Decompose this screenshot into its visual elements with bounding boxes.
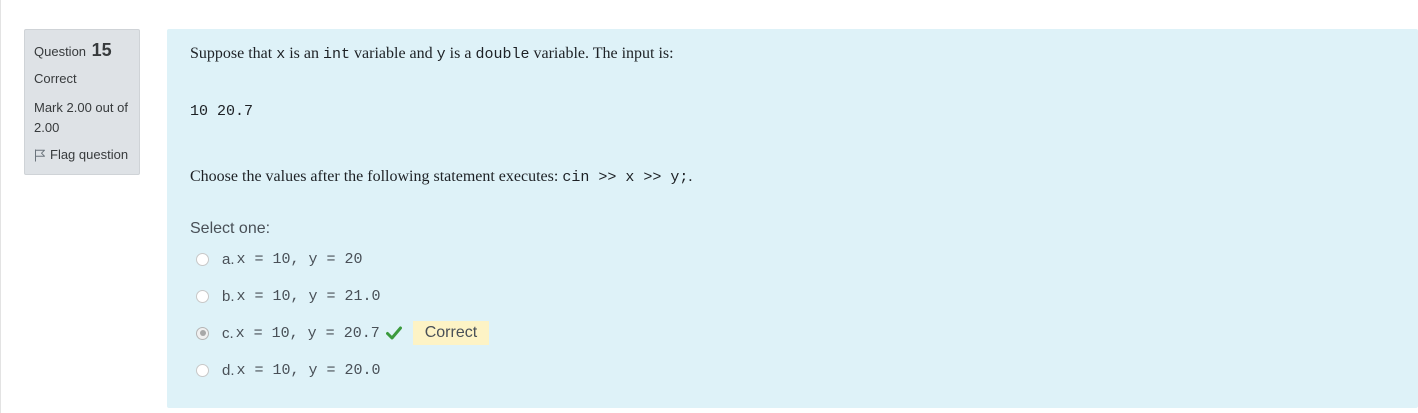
question-word: Question — [34, 44, 87, 59]
radio-option-d[interactable] — [196, 363, 209, 377]
question-text-part5: variable. The input is: — [529, 45, 674, 62]
option-text: x = 10, y = 20.0 — [236, 361, 381, 379]
flag-icon — [35, 149, 45, 161]
question-text: Suppose that x is an int variable and y … — [190, 44, 674, 65]
radio-option-a[interactable] — [196, 252, 209, 266]
answer-option-d[interactable]: d. x = 10, y = 20.0 — [196, 358, 381, 382]
option-text: x = 10, y = 20 — [236, 250, 363, 268]
radio-option-c[interactable] — [196, 326, 209, 340]
option-letter: a. — [222, 250, 235, 268]
question-grade: Mark 2.00 out of 2.00 — [34, 100, 128, 135]
question-text-part4: is a — [445, 45, 476, 62]
answer-option-b[interactable]: b. x = 10, y = 21.0 — [196, 284, 381, 308]
input-value: 10 20.7 — [190, 103, 254, 120]
question-state: Correct — [34, 71, 77, 86]
question-instruction: Choose the values after the following st… — [190, 167, 692, 188]
flag-question-button[interactable]: Flag question — [34, 146, 130, 164]
question-text-part2: is an — [285, 45, 324, 62]
choose-suffix: . — [688, 168, 693, 185]
page: Question 15 Correct Mark 2.00 out of 2.0… — [0, 0, 1418, 413]
code-int: int — [323, 46, 351, 63]
correct-badge: Correct — [412, 321, 490, 345]
option-text: x = 10, y = 21.0 — [236, 287, 381, 305]
code-double: double — [475, 46, 530, 63]
answer-option-c[interactable]: c. x = 10, y = 20.7 Correct — [196, 321, 490, 345]
option-letter: b. — [222, 287, 235, 305]
answer-option-a[interactable]: a. x = 10, y = 20 — [196, 247, 363, 271]
code-x: x — [276, 46, 286, 63]
question-number: 15 — [91, 40, 112, 60]
option-letter: c. — [222, 324, 234, 342]
statement-code: cin >> x >> y; — [562, 169, 689, 186]
question-info-panel: Question 15 Correct Mark 2.00 out of 2.0… — [24, 29, 140, 175]
choose-text: Choose the values after the following st… — [190, 168, 563, 185]
question-content: Suppose that x is an int variable and y … — [167, 29, 1418, 408]
question-text-part1: Suppose that — [190, 45, 277, 62]
option-letter: d. — [222, 361, 235, 379]
select-one-prompt: Select one: — [190, 220, 271, 237]
question-number-label: Question 15 — [34, 38, 130, 64]
option-text: x = 10, y = 20.7 — [235, 324, 380, 342]
flag-question-label: Flag question — [50, 147, 129, 162]
page-left-border — [0, 0, 1, 413]
check-icon — [385, 326, 402, 340]
code-y: y — [436, 46, 446, 63]
radio-option-b[interactable] — [196, 289, 209, 303]
question-text-part3: variable and — [350, 45, 437, 62]
